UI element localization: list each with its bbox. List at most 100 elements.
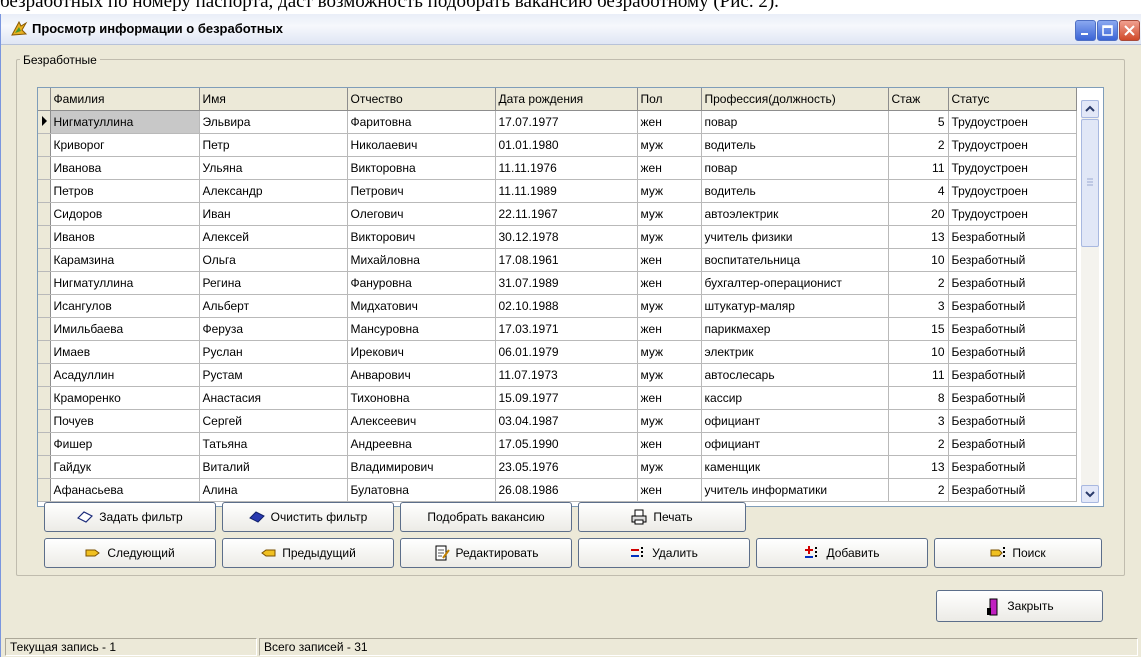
delete-button[interactable]: Удалить [578,538,750,568]
table-cell[interactable]: Андреевна [347,432,496,456]
maximize-button[interactable] [1097,20,1118,41]
table-cell[interactable]: 11 [888,363,949,387]
table-row[interactable]: Криворог Петр Николаевич 01.01.1980 муж водит… [38,133,1077,157]
table-cell[interactable]: Афанасьева [50,478,200,502]
table-cell[interactable]: жен [637,317,702,341]
table-row[interactable]: Почуев Сергей Алексеевич 03.04.1987 муж офици… [38,409,1077,433]
table-cell[interactable]: 26.08.1986 [495,478,638,502]
table-row[interactable]: Исангулов Альберт Мидхатович 02.10.1988 муж ш… [38,294,1077,318]
table-cell[interactable]: водитель [701,179,889,203]
table-cell[interactable]: Краморенко [50,386,200,410]
column-header[interactable]: Профессия(должность) [701,88,889,111]
table-cell[interactable]: муж [637,179,702,203]
table-cell[interactable]: 11.07.1973 [495,363,638,387]
table-cell[interactable]: 10 [888,340,949,364]
table-cell[interactable]: Алексей [199,225,348,249]
table-cell[interactable]: жен [637,478,702,502]
table-row[interactable]: Гайдук Виталий Владимирович 23.05.1976 муж ка… [38,455,1077,479]
table-cell[interactable]: Трудоустроен [948,133,1077,157]
table-cell[interactable]: Безработный [948,432,1077,456]
table-cell[interactable]: Трудоустроен [948,156,1077,180]
table-cell[interactable]: Виталий [199,455,348,479]
table-cell[interactable]: Трудоустроен [948,202,1077,226]
table-cell[interactable]: Анастасия [199,386,348,410]
print-button[interactable]: Печать [578,502,746,532]
row-indicator[interactable] [38,179,51,203]
edit-button[interactable]: Редактировать [400,538,572,568]
table-cell[interactable]: Безработный [948,317,1077,341]
table-cell[interactable]: Безработный [948,363,1077,387]
table-cell[interactable]: Булатовна [347,478,496,502]
table-cell[interactable]: 15 [888,317,949,341]
column-header[interactable]: Статус [948,88,1077,111]
close-window-button[interactable] [1119,20,1140,41]
table-cell[interactable]: 2 [888,478,949,502]
table-cell[interactable]: 06.01.1979 [495,340,638,364]
table-cell[interactable]: жен [637,110,702,134]
table-cell[interactable]: 01.01.1980 [495,133,638,157]
table-cell[interactable]: Петр [199,133,348,157]
table-cell[interactable]: 11 [888,156,949,180]
unemployed-grid[interactable]: Фамилия Имя Отчество Дата рождения Пол П… [37,87,1104,507]
table-cell[interactable]: жен [637,271,702,295]
table-cell[interactable]: Татьяна [199,432,348,456]
table-cell[interactable]: 17.03.1971 [495,317,638,341]
table-cell[interactable]: 11.11.1989 [495,179,638,203]
column-header[interactable]: Стаж [888,88,949,111]
table-cell[interactable]: Олегович [347,202,496,226]
table-cell[interactable]: Феруза [199,317,348,341]
table-cell[interactable]: Александр [199,179,348,203]
table-cell[interactable]: Фануровна [347,271,496,295]
table-cell[interactable]: Мансуровна [347,317,496,341]
close-button[interactable]: Закрыть [936,590,1103,622]
table-cell[interactable]: муж [637,133,702,157]
table-cell[interactable]: воспитательница [701,248,889,272]
table-cell[interactable]: 3 [888,409,949,433]
find-vacancy-button[interactable]: Подобрать вакансию [400,502,572,532]
row-indicator[interactable] [38,110,51,134]
table-cell[interactable]: каменщик [701,455,889,479]
table-row[interactable]: Асадуллин Рустам Анварович 11.07.1973 муж авт… [38,363,1077,387]
table-cell[interactable]: Альберт [199,294,348,318]
table-cell[interactable]: 11.11.1976 [495,156,638,180]
row-indicator[interactable] [38,409,51,433]
table-cell[interactable]: Алина [199,478,348,502]
table-row[interactable]: Имильбаева Феруза Мансуровна 17.03.1971 жен п… [38,317,1077,341]
table-cell[interactable]: 22.11.1967 [495,202,638,226]
set-filter-button[interactable]: Задать фильтр [44,502,216,532]
table-cell[interactable]: жен [637,432,702,456]
table-cell[interactable]: штукатур-маляр [701,294,889,318]
table-row[interactable]: Нигматуллина Эльвира Фаритовна 17.07.1977 же… [38,110,1077,134]
table-cell[interactable]: 2 [888,133,949,157]
table-cell[interactable]: 30.12.1978 [495,225,638,249]
table-cell[interactable]: жен [637,386,702,410]
table-cell[interactable]: Безработный [948,271,1077,295]
table-cell[interactable]: Ольга [199,248,348,272]
table-cell[interactable]: муж [637,225,702,249]
table-cell[interactable]: Безработный [948,409,1077,433]
table-cell[interactable]: Алексеевич [347,409,496,433]
clear-filter-button[interactable]: Очистить фильтр [222,502,394,532]
table-cell[interactable]: муж [637,363,702,387]
vertical-scrollbar[interactable] [1081,100,1099,503]
row-indicator[interactable] [38,202,51,226]
table-cell[interactable]: Фишер [50,432,200,456]
table-cell[interactable]: Нигматуллина [50,271,200,295]
table-cell[interactable]: 4 [888,179,949,203]
table-cell[interactable]: 03.04.1987 [495,409,638,433]
table-cell[interactable]: муж [637,202,702,226]
table-cell[interactable]: парикмахер [701,317,889,341]
table-cell[interactable]: учитель физики [701,225,889,249]
table-row[interactable]: Афанасьева Алина Булатовна 26.08.1986 жен учи… [38,478,1077,502]
table-cell[interactable]: Петров [50,179,200,203]
table-cell[interactable]: повар [701,110,889,134]
row-indicator[interactable] [38,156,51,180]
table-cell[interactable]: 5 [888,110,949,134]
table-cell[interactable]: автослесарь [701,363,889,387]
table-cell[interactable]: водитель [701,133,889,157]
table-cell[interactable]: 13 [888,455,949,479]
column-header[interactable]: Отчество [347,88,496,111]
table-cell[interactable]: Михайловна [347,248,496,272]
table-cell[interactable]: Петрович [347,179,496,203]
row-indicator[interactable] [38,478,51,502]
